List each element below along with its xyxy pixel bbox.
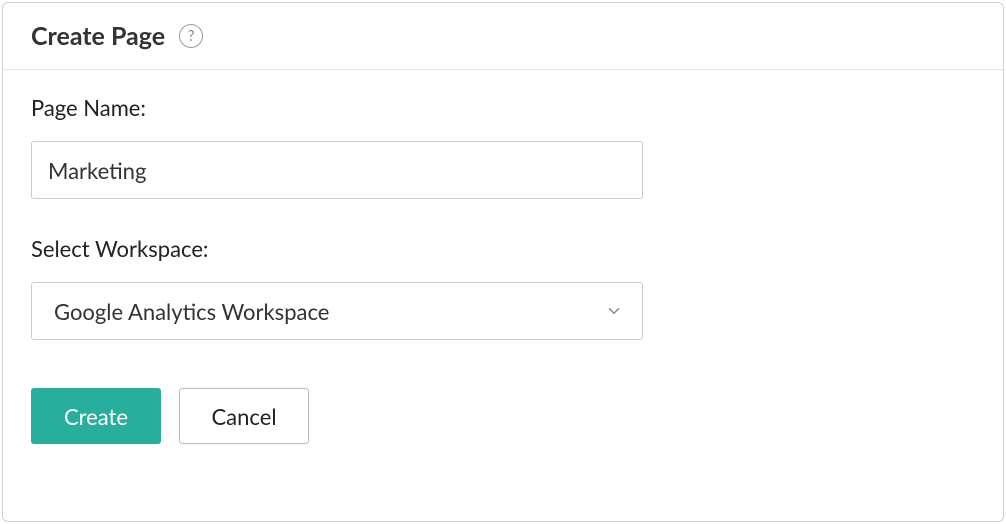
workspace-select-wrapper: Google Analytics Workspace: [31, 282, 643, 340]
dialog-header: Create Page ?: [3, 3, 1003, 70]
dialog-title: Create Page: [31, 21, 165, 51]
button-row: Create Cancel: [31, 388, 975, 444]
help-icon-label: ?: [188, 29, 195, 44]
create-page-dialog: Create Page ? Page Name: Select Workspac…: [2, 2, 1004, 522]
cancel-button[interactable]: Cancel: [179, 388, 309, 444]
page-name-label: Page Name:: [31, 94, 975, 121]
dialog-body: Page Name: Select Workspace: Google Anal…: [3, 70, 1003, 472]
workspace-field-group: Select Workspace: Google Analytics Works…: [31, 235, 975, 340]
page-name-field-group: Page Name:: [31, 94, 975, 199]
workspace-label: Select Workspace:: [31, 235, 975, 262]
workspace-select[interactable]: Google Analytics Workspace: [31, 282, 643, 340]
page-name-input[interactable]: [31, 141, 643, 199]
create-button[interactable]: Create: [31, 388, 161, 444]
help-icon[interactable]: ?: [179, 24, 203, 48]
